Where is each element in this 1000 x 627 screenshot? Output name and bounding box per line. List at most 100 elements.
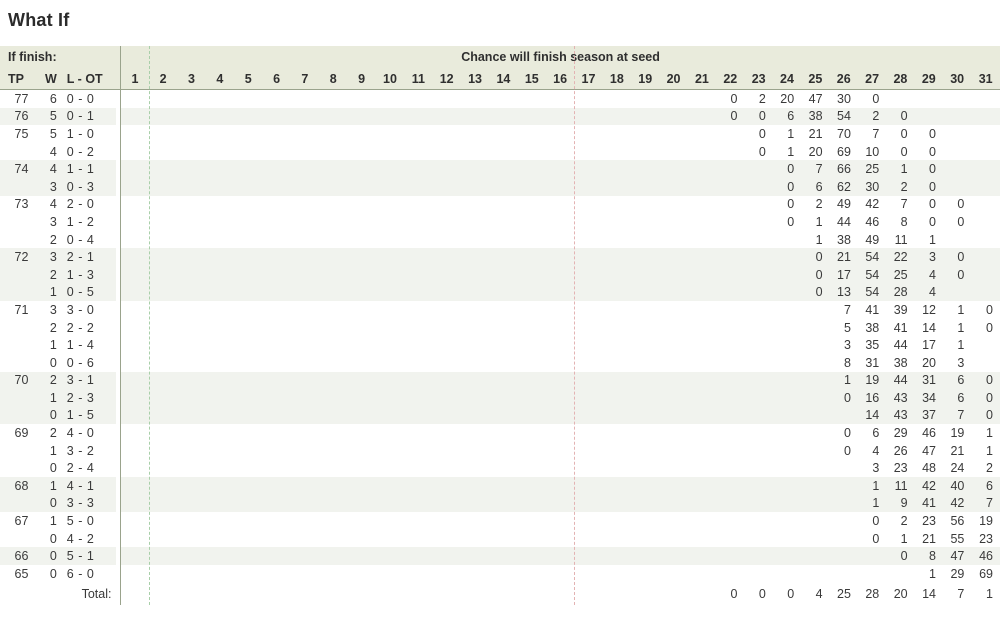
cell-seed-22 <box>716 406 745 425</box>
cell-tp <box>0 529 35 548</box>
cell-seed-21 <box>687 160 717 178</box>
cell-seed-7 <box>290 353 320 372</box>
cell-losses-ot: 2 - 0 <box>62 195 116 214</box>
cell-seed-11 <box>404 353 433 372</box>
cell-seed-21 <box>687 89 717 108</box>
cell-seed-9 <box>347 389 376 407</box>
cell-seed-15 <box>517 424 546 442</box>
cell-seed-20 <box>659 424 688 442</box>
cell-seed-24 <box>772 494 802 513</box>
cell-seed-2 <box>148 213 178 231</box>
cell-seed-20 <box>659 142 688 161</box>
cell-seed-6 <box>262 283 291 302</box>
cell-seed-21 <box>687 336 717 354</box>
cell-seed-2 <box>148 318 178 337</box>
cell-seed-19 <box>631 160 660 178</box>
cell-seed-10 <box>375 248 405 266</box>
table-row: 22 - 2 5 38 41 14 1 0 <box>0 318 1000 337</box>
cell-seed-11 <box>404 301 433 319</box>
cell-seed-29: 0 <box>914 160 943 178</box>
cell-seed-16 <box>545 389 575 407</box>
cell-seed-7 <box>290 459 320 478</box>
cell-seed-25: 47 <box>801 89 830 108</box>
cell-seed-25: 38 <box>801 107 830 126</box>
cell-seed-7 <box>290 265 320 284</box>
cell-seed-30: 47 <box>942 547 972 566</box>
cell-seed-22 <box>716 494 745 513</box>
cell-seed-27 <box>857 565 887 583</box>
cell-seed-15 <box>517 353 546 372</box>
cell-seed-7 <box>290 177 320 196</box>
cell-seed-22 <box>716 283 745 302</box>
table-row: 69 2 4 - 0 0 6 29 46 19 1 <box>0 424 1000 442</box>
cell-seed-15 <box>517 529 546 548</box>
cell-seed-18 <box>602 494 632 513</box>
cell-losses-ot: 0 - 6 <box>62 353 116 372</box>
cell-seed-14 <box>489 389 518 407</box>
cell-seed-4 <box>205 142 234 161</box>
cell-seed-25 <box>801 424 830 442</box>
cell-seed-3 <box>177 512 206 530</box>
cell-seed-3 <box>177 494 206 513</box>
cell-seed-24 <box>772 318 802 337</box>
table-row: 75 5 1 - 0 0 1 21 70 7 0 0 <box>0 125 1000 143</box>
cell-seed-17 <box>574 265 603 284</box>
cell-seed-24 <box>772 406 802 425</box>
cell-seed-10 <box>375 353 405 372</box>
cell-seed-2 <box>148 406 178 425</box>
cell-seed-23 <box>744 441 773 460</box>
cell-seed-21 <box>687 494 717 513</box>
cell-seed-27: 38 <box>857 318 887 337</box>
cell-seed-2 <box>148 477 178 495</box>
cell-wins: 2 <box>34 318 63 337</box>
cell-seed-31: 0 <box>971 301 1000 319</box>
cell-seed-24: 0 <box>772 160 802 178</box>
cell-seed-30: 6 <box>942 389 972 407</box>
cell-seed-1 <box>120 160 149 178</box>
cell-seed-24 <box>772 459 802 478</box>
cell-seed-24: 0 <box>772 177 802 196</box>
cell-seed-22 <box>716 371 745 390</box>
column-header-seed-24: 24 <box>772 68 802 90</box>
cell-seed-12 <box>432 125 461 143</box>
cell-seed-23 <box>744 265 773 284</box>
cell-seed-25 <box>801 318 830 337</box>
cell-seed-19 <box>631 353 660 372</box>
cell-seed-24 <box>772 424 802 442</box>
cell-seed-23 <box>744 195 773 214</box>
table-row: 04 - 2 0 1 21 55 23 <box>0 529 1000 548</box>
cell-tp: 76 <box>0 107 35 126</box>
cell-seed-3 <box>177 195 206 214</box>
cell-seed-23: 0 <box>744 125 773 143</box>
cell-losses-ot: 1 - 5 <box>62 406 116 425</box>
cell-seed-27: 4 <box>857 441 887 460</box>
cell-seed-16 <box>545 547 575 566</box>
table-row: 03 - 3 1 9 41 42 7 <box>0 494 1000 513</box>
cell-seed-16 <box>545 318 575 337</box>
cell-seed-5 <box>234 406 263 425</box>
cell-losses-ot: 4 - 1 <box>62 477 116 495</box>
cell-seed-7 <box>290 477 320 495</box>
cell-seed-11 <box>404 265 433 284</box>
cell-seed-12 <box>432 195 461 214</box>
table-row: 66 0 5 - 1 0 8 47 46 <box>0 547 1000 566</box>
cell-seed-10 <box>375 371 405 390</box>
cell-seed-3 <box>177 318 206 337</box>
cell-seed-12 <box>432 441 461 460</box>
cell-seed-5 <box>234 353 263 372</box>
cell-wins: 3 <box>34 301 63 319</box>
cell-losses-ot: 3 - 3 <box>62 494 116 513</box>
cell-seed-14 <box>489 107 518 126</box>
cell-seed-8 <box>319 160 348 178</box>
column-header-seed-20: 20 <box>659 68 688 90</box>
what-if-table-container: If finish: Chance will finish season at … <box>0 46 1000 605</box>
cell-seed-23 <box>744 547 773 566</box>
cell-seed-20 <box>659 230 688 249</box>
cell-seed-17 <box>574 89 603 108</box>
cell-seed-9 <box>347 301 376 319</box>
cell-seed-8 <box>319 265 348 284</box>
cell-seed-16 <box>545 248 575 266</box>
cell-seed-3 <box>177 160 206 178</box>
cell-seed-12 <box>432 389 461 407</box>
cell-seed-30: 21 <box>942 441 972 460</box>
